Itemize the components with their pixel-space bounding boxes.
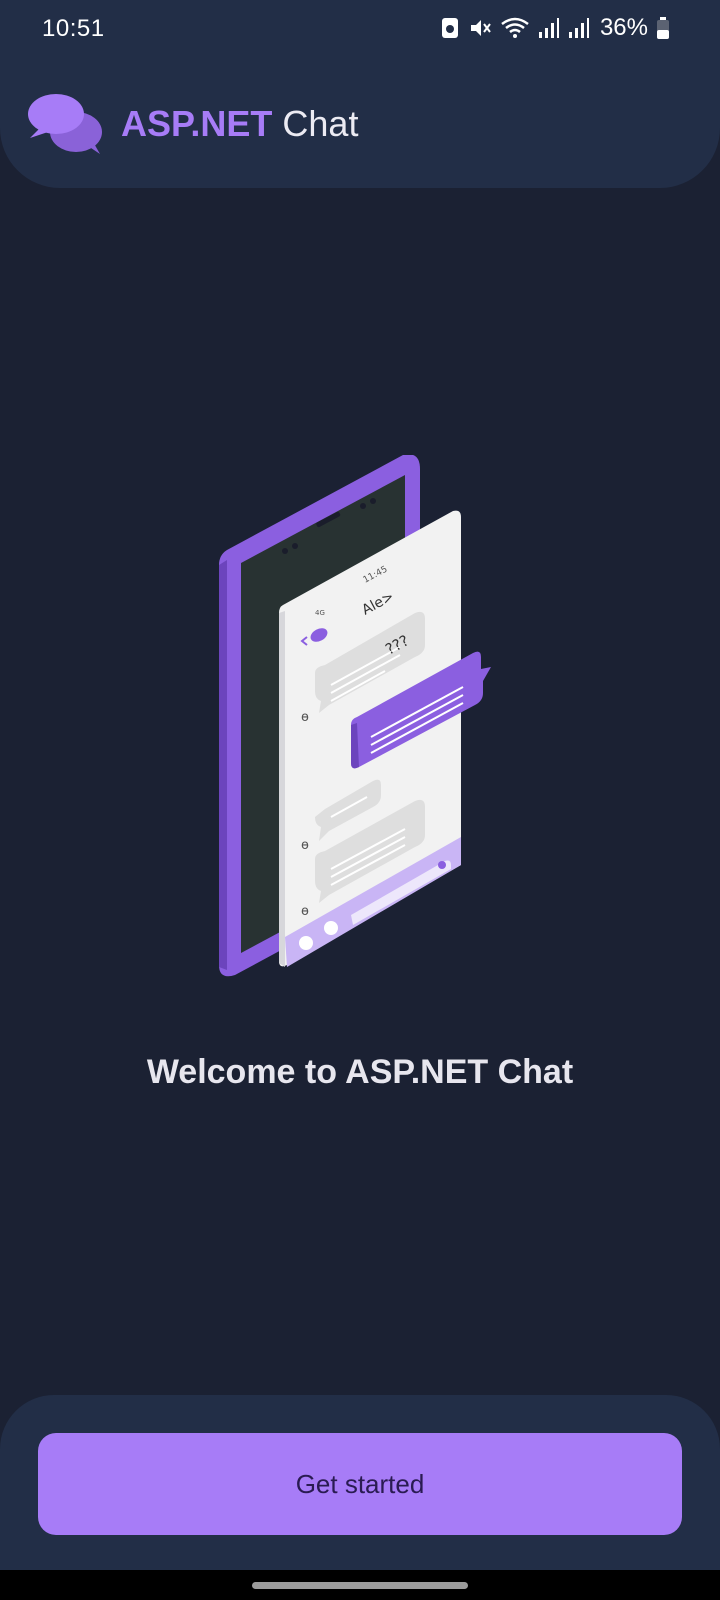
mute-icon — [470, 20, 491, 36]
battery-percent: 36% — [599, 14, 648, 41]
status-bar: 10:51 36% — [0, 0, 720, 60]
status-time: 10:51 — [42, 15, 105, 42]
get-started-button[interactable]: Get started — [38, 1433, 682, 1535]
brand-title: ASP.NET Chat — [121, 104, 358, 144]
chat-bubbles-icon — [28, 94, 102, 154]
svg-text:ɵ: ɵ — [301, 710, 309, 725]
home-gesture-handle[interactable] — [252, 1582, 468, 1589]
phone-chat-illustration: 11:45 Ale> 4G ??? ɵ ɵ ɵ — [219, 455, 491, 977]
brand-title-accent: ASP.NET — [121, 103, 273, 144]
wifi-icon — [501, 17, 529, 38]
signal-icon — [538, 18, 559, 38]
signal-icon — [568, 18, 589, 38]
notification-icon — [441, 18, 458, 38]
brand: ASP.NET Chat — [26, 92, 358, 156]
navigation-bar — [0, 1570, 720, 1600]
battery-icon — [657, 17, 669, 39]
phone-signal-label: 4G — [315, 609, 325, 617]
brand-title-rest: Chat — [282, 103, 359, 144]
welcome-screen: ASP.NET Chat 10:51 36% 11:45 Ale> 4G ???… — [0, 0, 720, 1600]
welcome-title: Welcome to ASP.NET Chat — [146, 1053, 574, 1091]
svg-text:ɵ: ɵ — [301, 838, 309, 853]
bottom-panel: Get started — [0, 1395, 720, 1570]
svg-text:ɵ: ɵ — [301, 904, 309, 919]
status-icons: 36% — [440, 14, 670, 42]
